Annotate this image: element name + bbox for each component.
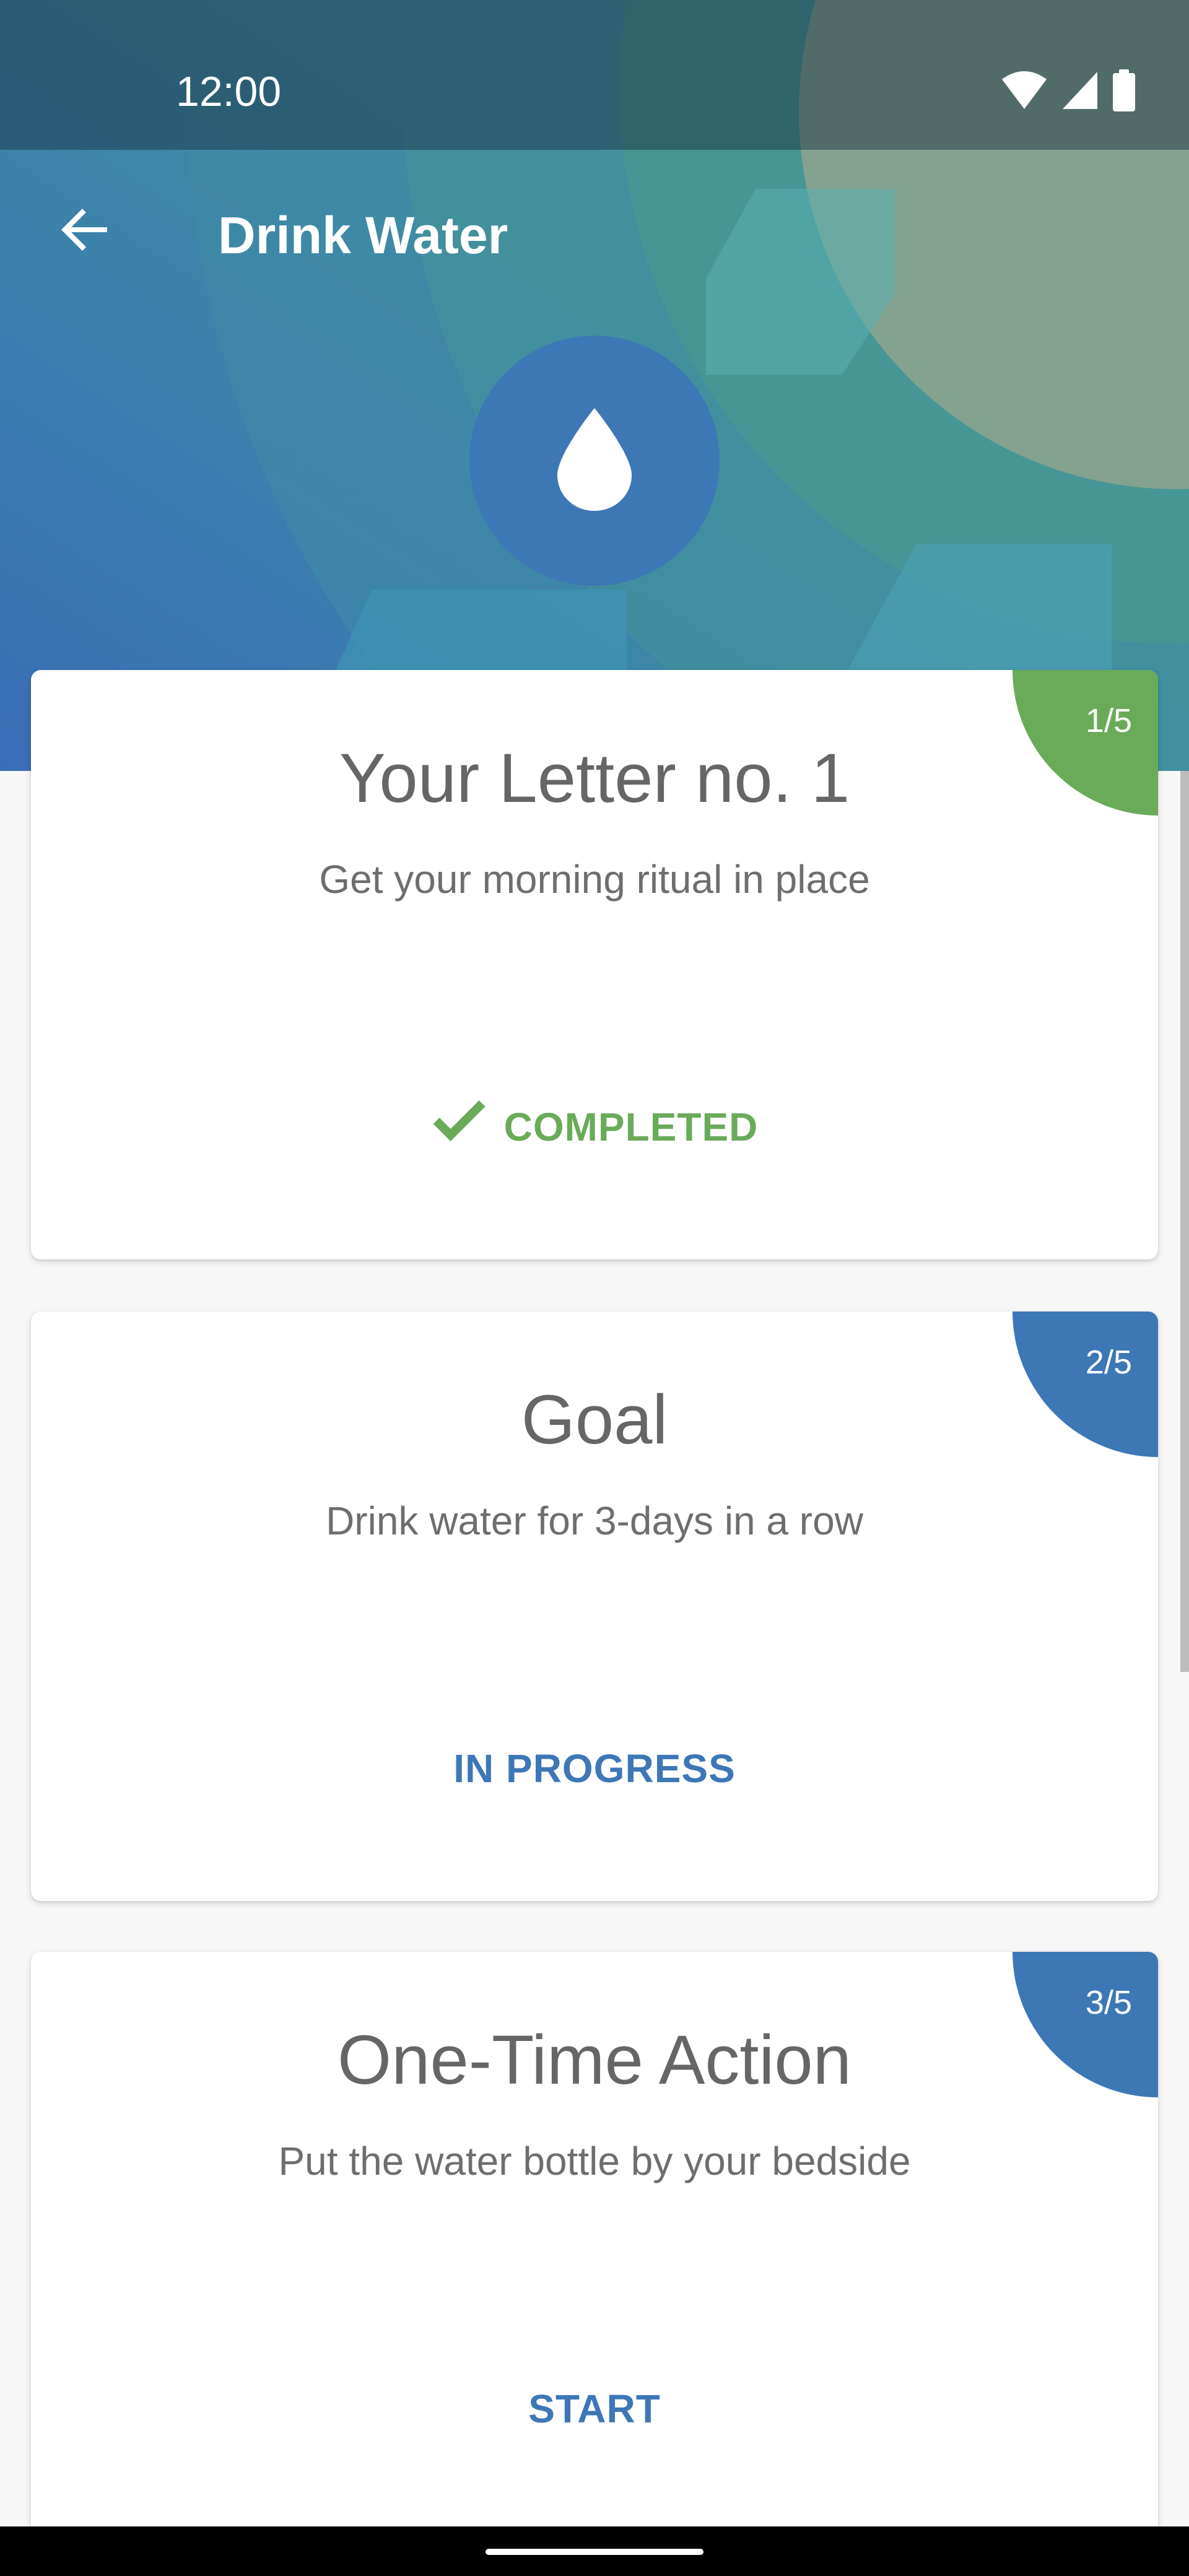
water-drop-icon [557, 407, 632, 514]
wifi-icon [1001, 69, 1048, 111]
card-title: One-Time Action [338, 2021, 851, 2099]
card-subtitle: Put the water bottle by your bedside [278, 2139, 911, 2183]
in-progress-button[interactable]: IN PROGRESS [453, 1733, 736, 1804]
checkmark-icon [431, 1100, 488, 1154]
start-button[interactable]: START [528, 2373, 661, 2445]
start-label: START [528, 2387, 661, 2431]
step-card[interactable]: 3/5 One-Time Action Put the water bottle… [31, 1952, 1158, 2576]
step-card[interactable]: 1/5 Your Letter no. 1 Get your morning r… [31, 670, 1158, 1260]
completed-button[interactable]: COMPLETED [431, 1091, 759, 1163]
habit-icon-badge [469, 336, 720, 586]
arrow-left-icon [59, 204, 111, 259]
status-bar: 12:00 [0, 0, 1189, 150]
card-title: Goal [521, 1381, 668, 1458]
status-time: 12:00 [176, 68, 282, 115]
back-button[interactable] [45, 191, 125, 271]
scrollbar-thumb[interactable] [1180, 771, 1189, 1672]
status-icons [1001, 69, 1136, 111]
app-bar: Drink Water [0, 150, 1189, 321]
battery-icon [1112, 69, 1136, 111]
cell-signal-icon [1061, 69, 1099, 111]
completed-label: COMPLETED [503, 1105, 759, 1149]
step-card[interactable]: 2/5 Goal Drink water for 3-days in a row… [31, 1312, 1158, 1901]
system-nav-bar [0, 2526, 1189, 2576]
home-gesture-handle[interactable] [486, 2549, 703, 2555]
card-subtitle: Get your morning ritual in place [319, 857, 870, 902]
in-progress-label: IN PROGRESS [453, 1746, 736, 1791]
step-counter: 2/5 [1085, 1344, 1132, 1381]
step-counter: 3/5 [1085, 1984, 1132, 2021]
card-title: Your Letter no. 1 [339, 739, 850, 817]
step-counter: 1/5 [1085, 702, 1132, 739]
card-subtitle: Drink water for 3-days in a row [326, 1499, 863, 1543]
page-title: Drink Water [218, 206, 508, 264]
